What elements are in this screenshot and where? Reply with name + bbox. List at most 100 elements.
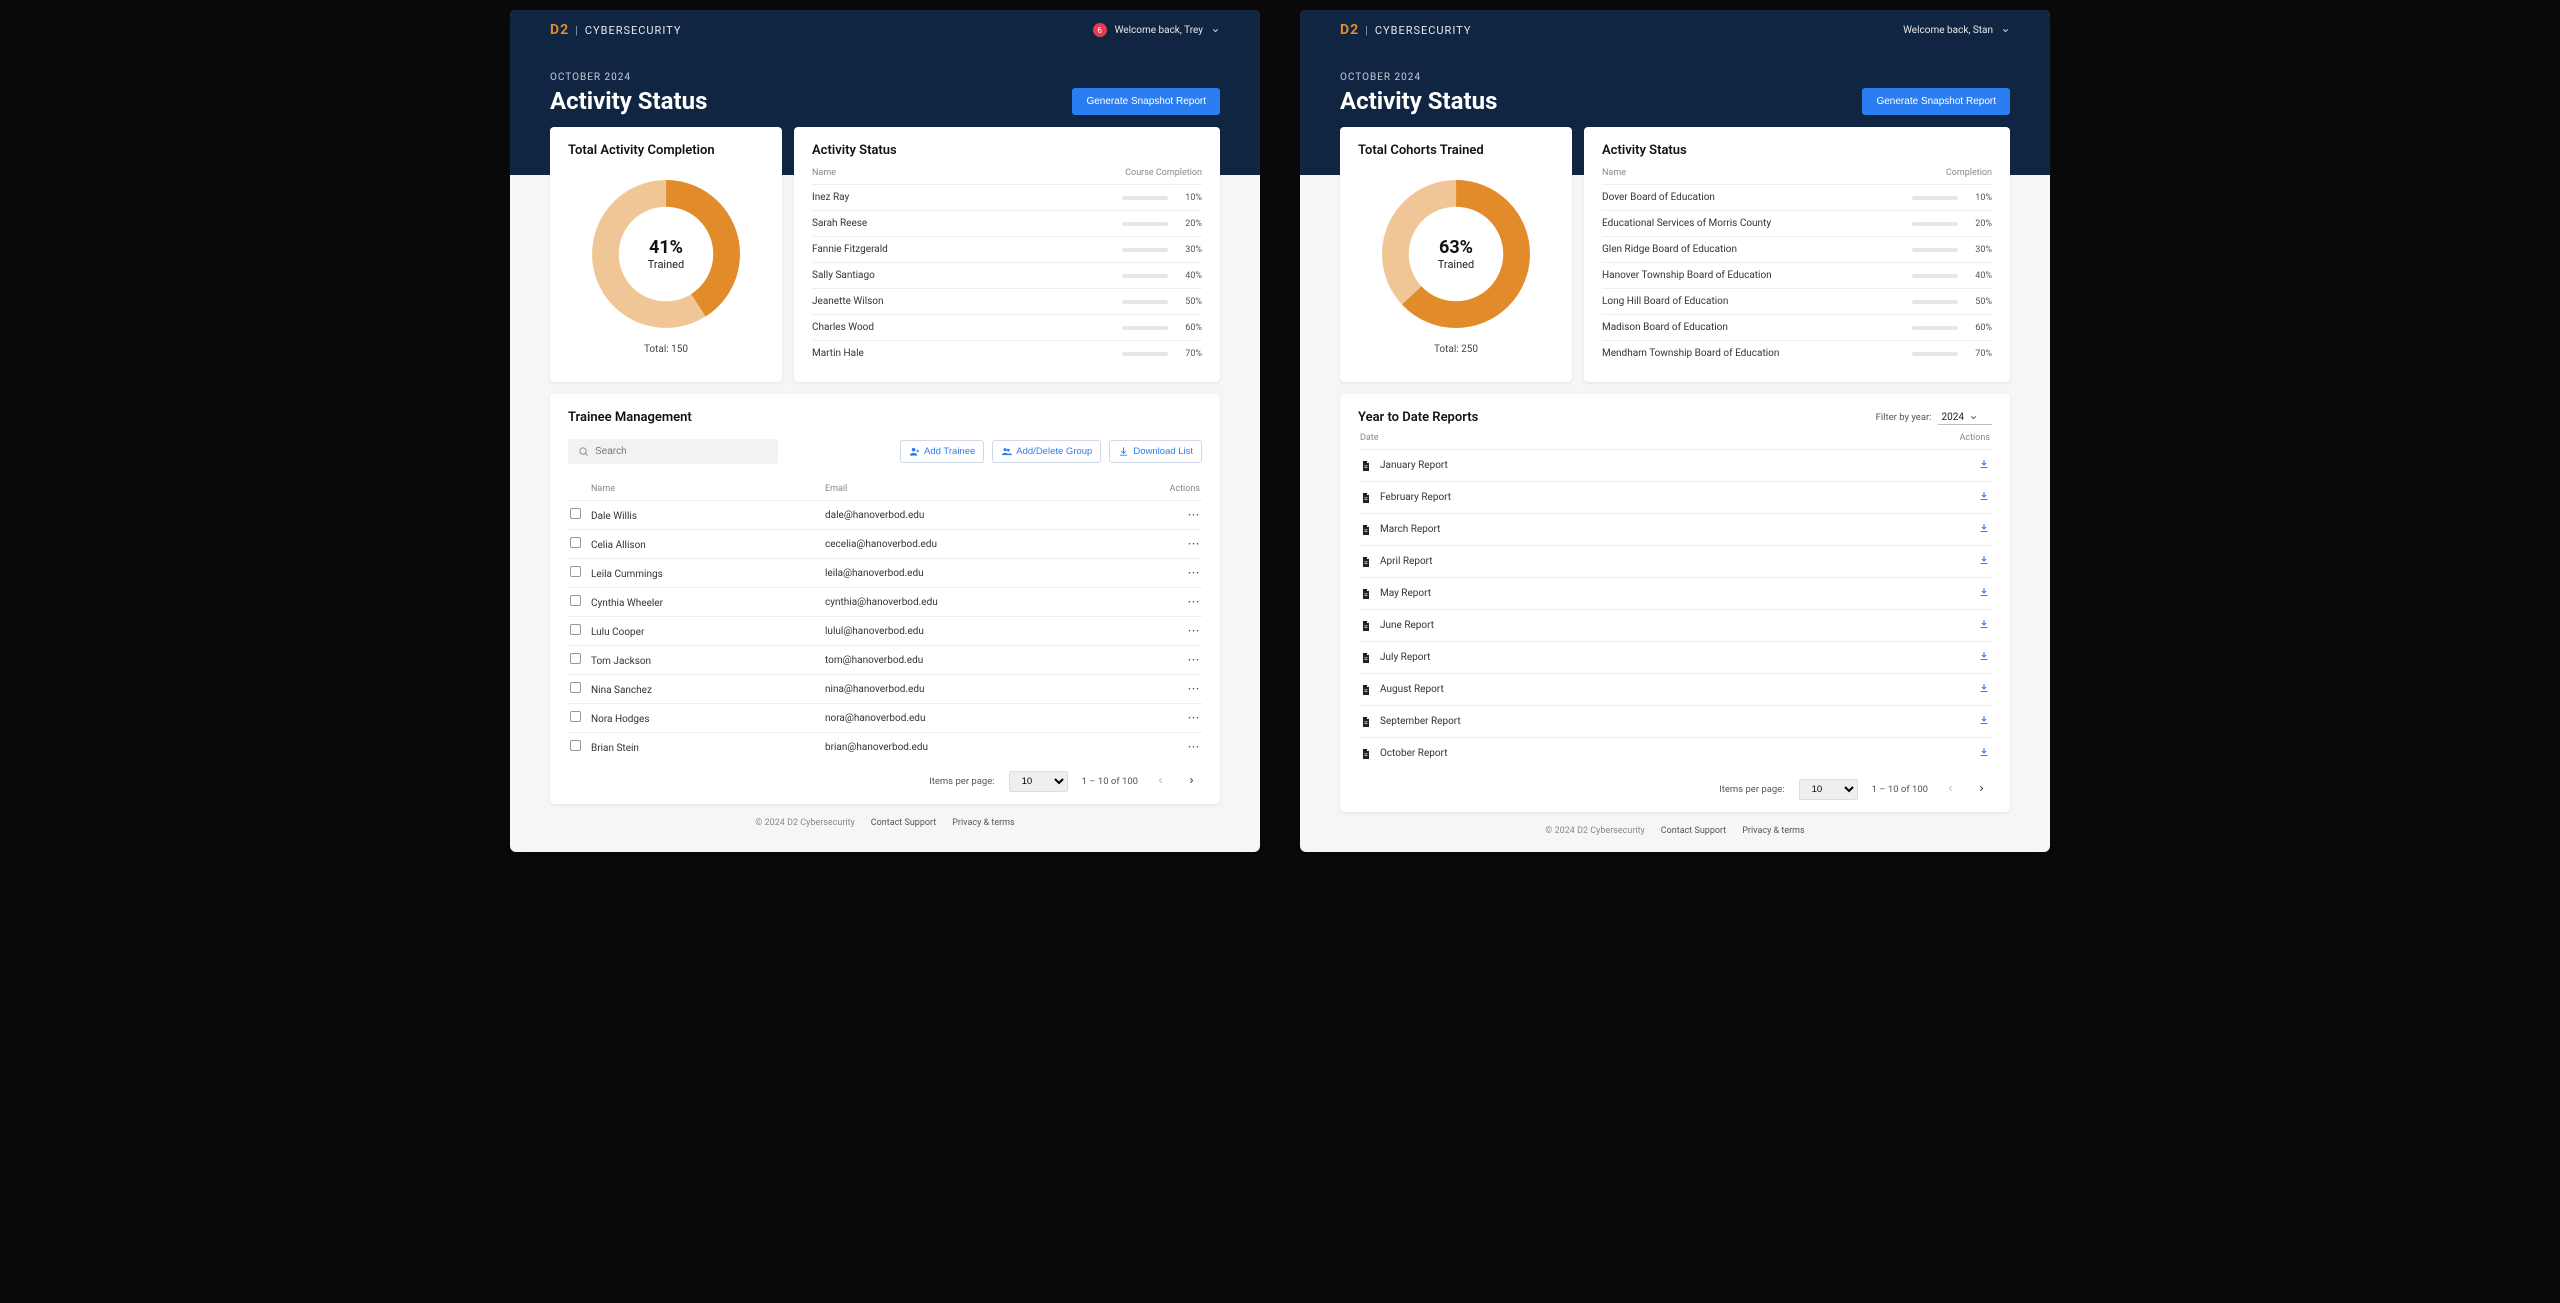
year-filter-select[interactable]: 2024 xyxy=(1938,411,1992,425)
table-row: Cynthia Wheelercynthia@hanoverbod.edu··· xyxy=(568,587,1202,616)
row-actions-button[interactable]: ··· xyxy=(1188,655,1200,666)
download-report-button[interactable] xyxy=(1978,458,1990,473)
row-checkbox[interactable] xyxy=(570,740,581,751)
download-report-button[interactable] xyxy=(1978,746,1990,761)
row-actions-button[interactable]: ··· xyxy=(1188,539,1200,550)
activity-status-card: Activity Status Name Course Completion I… xyxy=(794,127,1220,382)
download-report-button[interactable] xyxy=(1978,490,1990,505)
report-name: August Report xyxy=(1380,684,1444,695)
donut-chart: 41% Trained xyxy=(586,174,746,334)
download-report-button[interactable] xyxy=(1978,650,1990,665)
download-list-button[interactable]: Download List xyxy=(1109,440,1202,463)
row-checkbox[interactable] xyxy=(570,508,581,519)
report-row: July Report xyxy=(1358,641,1992,673)
row-checkbox[interactable] xyxy=(570,595,581,606)
status-name: Long Hill Board of Education xyxy=(1602,296,1912,307)
table-row: Leila Cummingsleila@hanoverbod.edu··· xyxy=(568,558,1202,587)
report-name: September Report xyxy=(1380,716,1461,727)
table-row: Brian Stein brian@hanoverbod.edu ··· xyxy=(568,732,1202,761)
document-icon xyxy=(1360,588,1372,600)
row-actions-button[interactable]: ··· xyxy=(1188,626,1200,637)
row-actions-button[interactable]: ··· xyxy=(1188,510,1200,521)
progress-bar xyxy=(1122,196,1168,200)
row-checkbox[interactable] xyxy=(570,624,581,635)
row-checkbox[interactable] xyxy=(570,537,581,548)
row-checkbox[interactable] xyxy=(570,566,581,577)
progress-bar xyxy=(1912,326,1958,330)
contact-support-link[interactable]: Contact Support xyxy=(871,818,936,828)
user-menu[interactable]: Welcome back, Stan xyxy=(1903,25,2010,36)
notification-badge[interactable]: 6 xyxy=(1093,23,1107,37)
add-trainee-button[interactable]: Add Trainee xyxy=(900,440,984,463)
progress-percent: 30% xyxy=(1176,245,1202,255)
download-report-button[interactable] xyxy=(1978,714,1990,729)
col-completion: Completion xyxy=(1946,168,1992,178)
contact-support-link[interactable]: Contact Support xyxy=(1661,826,1726,836)
search-input[interactable] xyxy=(595,446,768,457)
download-report-button[interactable] xyxy=(1978,586,1990,601)
document-icon xyxy=(1360,460,1372,472)
row-checkbox[interactable] xyxy=(570,653,581,664)
page-title: Activity Status xyxy=(550,87,707,115)
user-menu[interactable]: 6 Welcome back, Trey xyxy=(1093,23,1220,37)
document-icon xyxy=(1360,492,1372,504)
status-name: Dover Board of Education xyxy=(1602,192,1912,203)
row-checkbox[interactable] xyxy=(570,682,581,693)
progress-percent: 60% xyxy=(1966,323,1992,333)
items-per-page-select[interactable]: 10 xyxy=(1799,779,1858,800)
download-report-button[interactable] xyxy=(1978,618,1990,633)
status-row: Jeanette Wilson50% xyxy=(812,288,1202,314)
search-input-wrap[interactable] xyxy=(568,439,778,464)
status-rows: Dover Board of Education10%Educational S… xyxy=(1602,184,1992,366)
row-actions-button[interactable]: ··· xyxy=(1188,684,1200,695)
donut-total: Total: 250 xyxy=(1434,344,1478,355)
status-row: Mendham Township Board of Education70% xyxy=(1602,340,1992,366)
download-report-button[interactable] xyxy=(1978,522,1990,537)
download-icon xyxy=(1978,682,1990,694)
status-row: Long Hill Board of Education50% xyxy=(1602,288,1992,314)
download-report-button[interactable] xyxy=(1978,554,1990,569)
download-icon xyxy=(1978,618,1990,630)
next-page-button[interactable] xyxy=(1973,784,1990,796)
row-actions-button[interactable]: ··· xyxy=(1188,713,1200,724)
privacy-terms-link[interactable]: Privacy & terms xyxy=(1742,826,1804,836)
range-label: 1 – 10 of 100 xyxy=(1082,776,1138,787)
report-row: September Report xyxy=(1358,705,1992,737)
status-row: Madison Board of Education60% xyxy=(1602,314,1992,340)
privacy-terms-link[interactable]: Privacy & terms xyxy=(952,818,1014,828)
brand-logo: D2 | CYBERSECURITY xyxy=(550,22,681,38)
status-name: Inez Ray xyxy=(812,192,1122,203)
trainee-name: Brian Stein xyxy=(591,743,639,754)
progress-bar xyxy=(1122,274,1168,278)
prev-page-button[interactable] xyxy=(1152,776,1169,788)
col-date: Date xyxy=(1360,433,1379,443)
generate-report-button[interactable]: Generate Snapshot Report xyxy=(1072,88,1220,115)
dashboard-trey: D2 | CYBERSECURITY 6 Welcome back, Trey … xyxy=(510,10,1260,852)
download-report-button[interactable] xyxy=(1978,682,1990,697)
person-add-icon xyxy=(909,446,920,457)
status-name: Martin Hale xyxy=(812,348,1122,359)
row-actions-button[interactable]: ··· xyxy=(1188,742,1200,753)
table-row: Nora Hodgesnora@hanoverbod.edu··· xyxy=(568,703,1202,732)
items-per-page-select[interactable]: 10 xyxy=(1009,771,1068,792)
next-page-button[interactable] xyxy=(1183,776,1200,788)
trainee-management-card: Trainee Management Add Trainee Add/Delet… xyxy=(550,394,1220,804)
progress-percent: 30% xyxy=(1966,245,1992,255)
add-delete-group-button[interactable]: Add/Delete Group xyxy=(992,440,1101,463)
row-actions-button[interactable]: ··· xyxy=(1188,597,1200,608)
progress-bar xyxy=(1912,248,1958,252)
progress-bar xyxy=(1122,300,1168,304)
trainee-email: dale@hanoverbod.edu xyxy=(825,510,1150,521)
trainee-email: brian@hanoverbod.edu xyxy=(825,742,1150,753)
report-name: March Report xyxy=(1380,524,1440,535)
document-icon xyxy=(1360,524,1372,536)
total-cohorts-card: Total Cohorts Trained 63% Trained Total:… xyxy=(1340,127,1572,382)
chevron-right-icon xyxy=(1187,776,1196,785)
row-checkbox[interactable] xyxy=(570,711,581,722)
status-rows: Inez Ray10%Sarah Reese20%Fannie Fitzgera… xyxy=(812,184,1202,366)
items-per-page-label: Items per page: xyxy=(1719,784,1784,795)
row-actions-button[interactable]: ··· xyxy=(1188,568,1200,579)
generate-report-button[interactable]: Generate Snapshot Report xyxy=(1862,88,2010,115)
prev-page-button[interactable] xyxy=(1942,784,1959,796)
document-icon xyxy=(1360,716,1372,728)
